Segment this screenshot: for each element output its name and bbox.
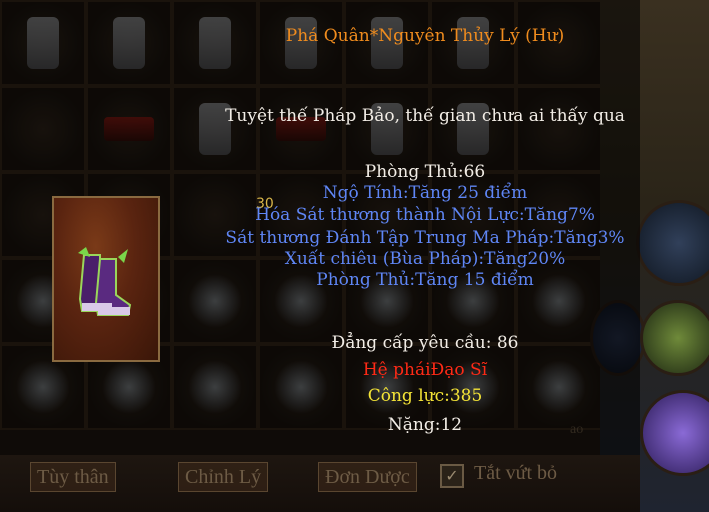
item-attribute: Phòng Thủ:Tăng 15 điểm [316,270,534,290]
tuy-than-button[interactable]: Tùy thân [30,462,116,492]
don-duoc-button[interactable]: Đơn Dược [318,462,417,492]
chinh-ly-button[interactable]: Chỉnh Lý [178,462,269,492]
tat-vut-bo-label: Tắt vứt bỏ [474,462,558,484]
item-weight: Nặng:12 [387,415,463,435]
item-attribute: Sát thương Đánh Tập Trung Ma Pháp:Tăng3% [225,228,625,248]
item-power: Công lực:385 [367,386,483,406]
tat-vut-bo-checkbox[interactable]: ✓ [440,464,464,488]
item-description: Tuyệt thế Pháp Bảo, thế gian chưa ai thấ… [225,106,625,126]
item-base-stat: Phòng Thủ:66 [364,162,486,182]
item-faction: Hệ pháiĐạo Sĩ [362,360,488,380]
item-attribute: Ngộ Tính:Tăng 25 điểm [322,183,528,203]
item-attribute: Hóa Sát thương thành Nội Lực:Tăng7% [255,205,595,225]
item-attribute: Xuất chiêu (Bùa Pháp):Tăng20% [284,249,566,269]
item-level-requirement: Đẳng cấp yêu cầu: 86 [331,333,519,353]
item-title: Phá Quân*Nguyên Thủy Lý (Hư) [285,26,565,46]
